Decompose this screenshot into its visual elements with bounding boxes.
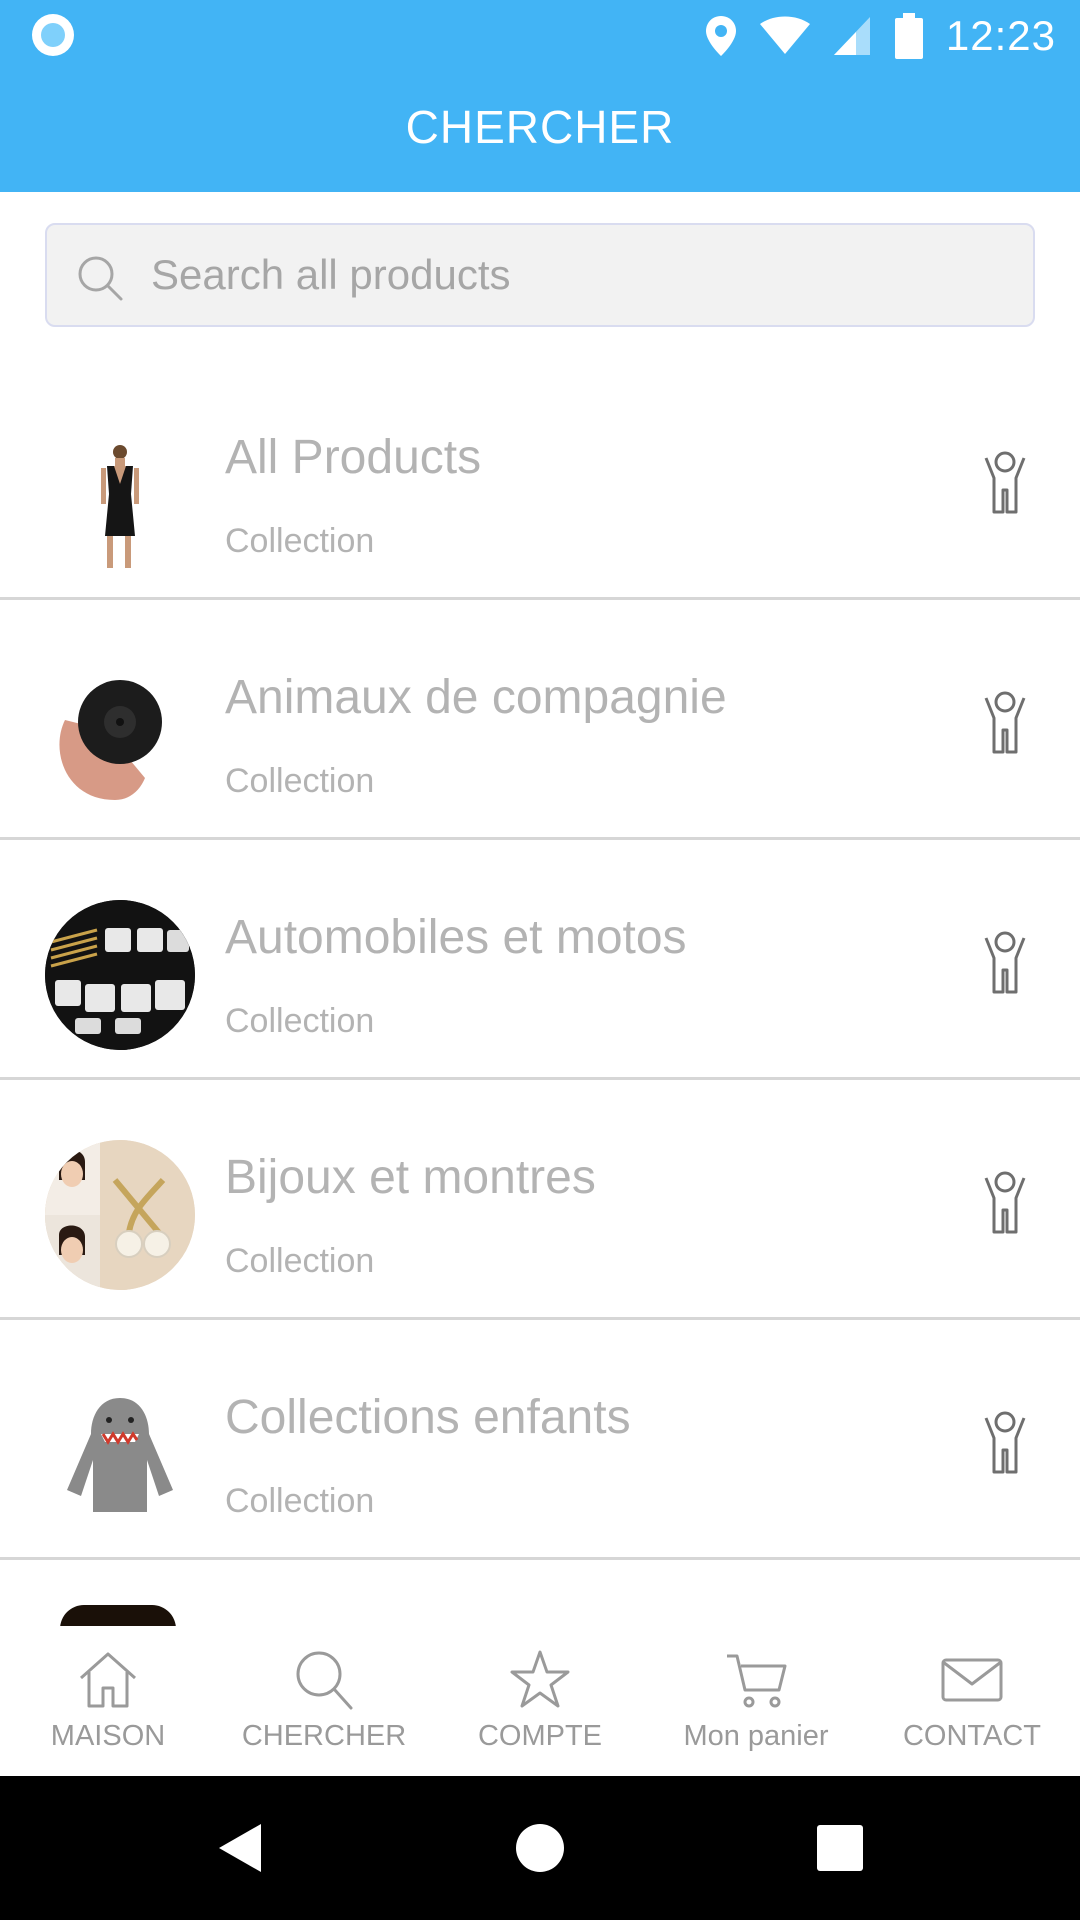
app-header: 12:23 CHERCHER: [0, 0, 1080, 192]
collection-title: Collections enfants: [225, 1391, 631, 1444]
list-item[interactable]: Bijoux et montres Collection: [0, 1080, 1080, 1320]
signal-icon: [833, 17, 870, 55]
nav-label: CONTACT: [902, 1720, 1041, 1752]
collection-subtitle: Collection: [225, 762, 375, 800]
search-icon: [78, 256, 123, 301]
collection-subtitle: Collection: [225, 1002, 375, 1040]
nav-label: MAISON: [50, 1720, 166, 1752]
collection-list: All Products Collection Animaux de compa…: [0, 360, 1080, 1626]
collection-thumbnail: [45, 1380, 195, 1530]
collection-thumbnail: [45, 1140, 195, 1290]
nav-mon-panier[interactable]: Mon panier: [648, 1626, 864, 1776]
black-dress-photo: [101, 445, 139, 568]
list-item[interactable]: Automobiles et motos Collection: [0, 840, 1080, 1080]
nav-compte[interactable]: COMPTE: [432, 1626, 648, 1776]
home-circle-icon: [516, 1824, 564, 1872]
star-icon: [510, 1650, 570, 1708]
black-round-gadget-photo: [59, 680, 162, 800]
notification-icon: [32, 14, 74, 56]
collection-thumbnail: [45, 420, 195, 570]
nav-label: Mon panier: [683, 1720, 829, 1752]
list-item[interactable]: All Products Collection: [0, 360, 1080, 600]
cart-icon: [727, 1654, 787, 1708]
person-outline-icon[interactable]: [970, 1408, 1040, 1478]
recents-button[interactable]: [780, 1776, 900, 1920]
search-input[interactable]: [151, 225, 1011, 325]
collection-title: Animaux de compagnie: [225, 671, 727, 724]
status-icons: 12:23: [704, 10, 1056, 62]
back-icon: [219, 1824, 261, 1872]
nav-maison[interactable]: MAISON: [0, 1626, 216, 1776]
person-outline-icon[interactable]: [970, 1168, 1040, 1238]
collection-title: Automobiles et motos: [225, 911, 687, 964]
collection-subtitle: Collection: [225, 1242, 375, 1280]
collection-thumbnail: [45, 660, 195, 810]
nav-label: COMPTE: [477, 1720, 603, 1752]
battery-icon: [894, 13, 923, 59]
page-title: CHERCHER: [405, 101, 675, 153]
search-box[interactable]: [45, 223, 1035, 327]
pearl-earrings-photo: [45, 1140, 195, 1290]
list-item[interactable]: Animaux de compagnie Collection: [0, 600, 1080, 840]
nav-contact[interactable]: CONTACT: [864, 1626, 1080, 1776]
home-button[interactable]: [480, 1776, 600, 1920]
list-item[interactable]: Collections enfants Collection: [0, 1320, 1080, 1560]
nav-chercher[interactable]: CHERCHER: [216, 1626, 432, 1776]
home-icon: [80, 1652, 136, 1708]
clock: 12:23: [945, 12, 1056, 59]
collection-title: All Products: [225, 431, 482, 484]
envelope-icon: [941, 1658, 1003, 1702]
person-outline-icon[interactable]: [970, 448, 1040, 518]
collection-title: Bijoux et montres: [225, 1151, 596, 1204]
collection-subtitle: Collection: [225, 1482, 375, 1520]
bottom-navigation: MAISON CHERCHER COMPTE Mon panier CONTAC…: [0, 1626, 1080, 1776]
wifi-icon: [759, 16, 810, 54]
collection-subtitle: Collection: [225, 522, 375, 560]
nav-label: CHERCHER: [241, 1720, 407, 1752]
person-outline-icon[interactable]: [970, 928, 1040, 998]
person-outline-icon[interactable]: [970, 688, 1040, 758]
back-button[interactable]: [180, 1776, 300, 1920]
search-icon: [296, 1651, 353, 1710]
status-bar: 12:23: [0, 0, 1080, 72]
connector-parts-photo: [45, 900, 195, 1050]
system-navigation-bar: [0, 1776, 1080, 1920]
recents-icon: [817, 1825, 863, 1871]
location-icon: [705, 16, 736, 56]
collection-thumbnail: [45, 900, 195, 1050]
shark-hoodie-photo: [67, 1398, 173, 1512]
